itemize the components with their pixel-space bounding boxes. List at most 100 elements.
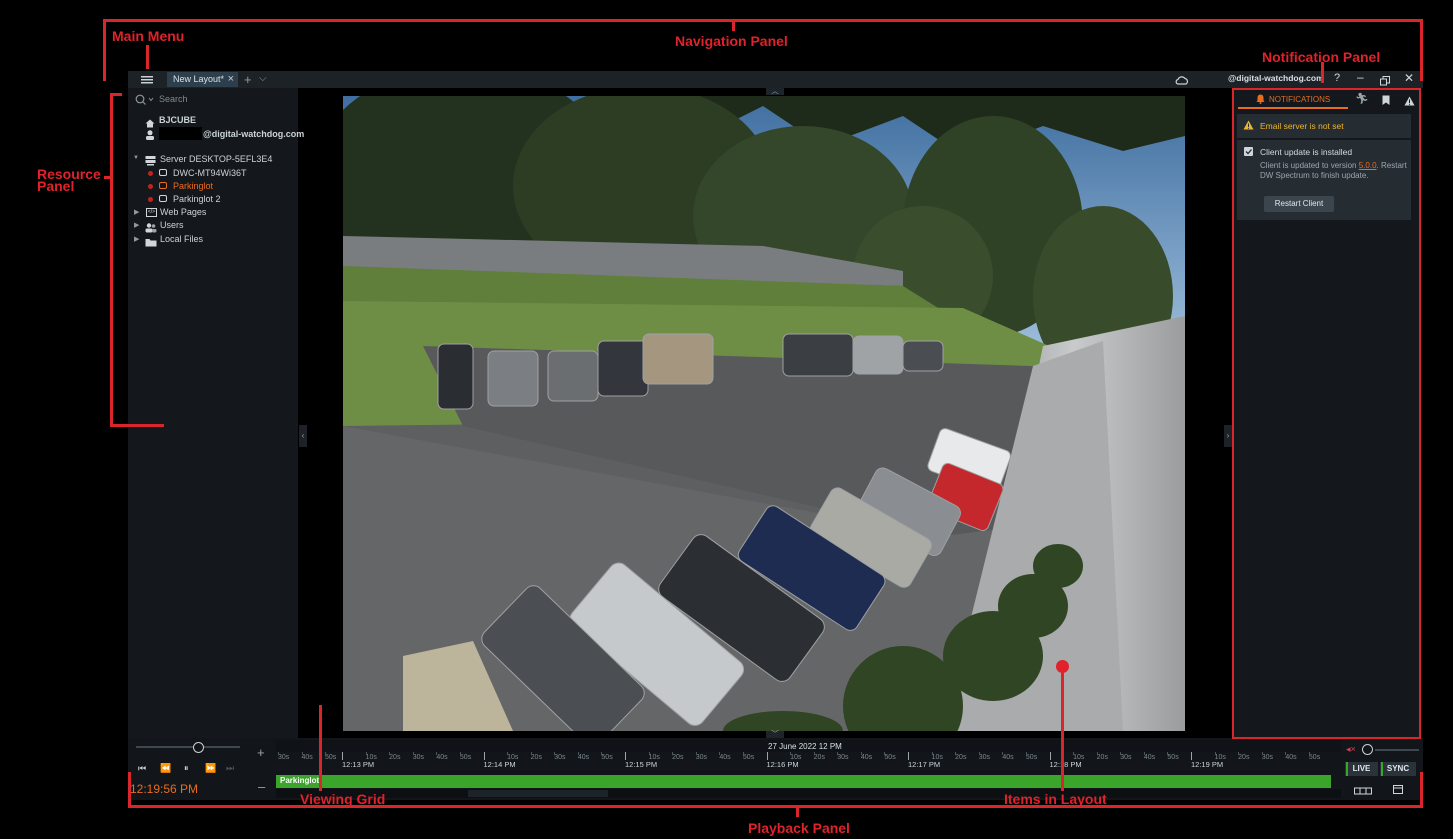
live-button[interactable]: LIVE — [1345, 762, 1378, 776]
timeline-tick-label: 30s — [978, 754, 991, 761]
timeline-tick-label: 50s — [1167, 754, 1179, 761]
timeline-tick-label: 10s — [931, 754, 943, 761]
annotation-bracket — [103, 19, 1423, 22]
server-node[interactable]: Server DESKTOP-5EFL3E4 — [160, 154, 272, 165]
timeline-tick-mark — [978, 752, 980, 755]
timeline-time-label: 12:19 PM — [1191, 760, 1224, 769]
expand-server-icon[interactable]: ▼ — [133, 155, 139, 161]
timeline-tick-mark — [301, 752, 303, 755]
timeline-scroll-thumb[interactable] — [468, 790, 608, 797]
annotation-dot — [1056, 660, 1069, 673]
forward-icon[interactable]: ⏩ — [205, 763, 216, 774]
timeline-tick-mark — [908, 752, 909, 760]
user-email[interactable]: @digital-watchdog.com — [203, 129, 304, 140]
skip-back-icon[interactable]: ⏮ — [138, 763, 146, 774]
annotation-items-in-layout: Items in Layout — [1004, 791, 1107, 807]
timeline-tick-label: 10s — [790, 754, 802, 761]
expand-icon[interactable]: ▶ — [134, 208, 139, 216]
collapse-bottom-handle[interactable]: ﹀ — [766, 731, 784, 738]
annotation-main-menu: Main Menu — [112, 28, 185, 44]
close-window-icon[interactable]: ✕ — [1404, 71, 1414, 85]
expand-icon[interactable]: ▶ — [134, 235, 139, 243]
help-icon[interactable]: ? — [1334, 72, 1340, 84]
volume-slider[interactable] — [1375, 749, 1419, 751]
cloud-icon[interactable] — [1175, 73, 1189, 91]
sync-button[interactable]: SYNC — [1380, 762, 1416, 776]
zoom-in-icon[interactable]: + — [257, 745, 265, 760]
close-tab-icon[interactable]: × — [228, 72, 234, 87]
timeline-tick-label: 10s — [648, 754, 660, 761]
timeline-tick-mark — [278, 752, 279, 755]
timeline-tick-mark — [1285, 752, 1287, 755]
camera-item-active[interactable]: Parkinglot — [173, 181, 213, 192]
thumbnails-icon[interactable] — [1354, 782, 1372, 800]
annotation-bracket — [110, 93, 113, 427]
expand-icon[interactable]: ▶ — [134, 221, 139, 229]
add-tab-icon[interactable]: + — [244, 71, 252, 88]
resource-group[interactable]: Web Pages — [160, 207, 206, 218]
timeline-tick-mark — [719, 752, 721, 755]
timeline-tick-mark — [577, 752, 579, 755]
timeline-tick-mark — [601, 752, 603, 755]
search-input[interactable]: Search — [159, 94, 289, 104]
timeline-tick-mark — [1120, 752, 1122, 755]
resource-group[interactable]: Users — [160, 220, 184, 231]
sync-indicator — [1381, 762, 1383, 776]
timeline-tick-mark — [860, 752, 862, 755]
folder-icon — [145, 234, 157, 252]
recording-track[interactable]: Parkinglot — [276, 775, 1331, 788]
zoom-out-icon[interactable]: – — [258, 779, 265, 794]
timeline-tick-label: 40s — [719, 754, 731, 761]
annotation-leader — [1061, 665, 1064, 791]
system-name[interactable]: BJCUBE — [159, 115, 196, 126]
timeline-tick-label: 50s — [1025, 754, 1038, 761]
annotation-playback-panel: Playback Panel — [748, 820, 850, 836]
user-account[interactable]: @digital-watchdog.com — [1228, 73, 1324, 83]
timeline-tick-label: 20s — [1238, 754, 1250, 761]
timeline-tick-mark — [412, 752, 414, 755]
timeline-tick-mark — [766, 752, 768, 760]
camera-view-parkinglot[interactable] — [343, 96, 1185, 731]
annotation-bracket — [1420, 19, 1423, 81]
timeline-tick-mark — [1191, 752, 1192, 760]
timeline-tick-mark — [365, 752, 367, 755]
camera-item[interactable]: Parkinglot 2 — [173, 194, 221, 205]
timeline-tick-mark — [1096, 752, 1098, 755]
pause-icon[interactable]: ⏸ — [184, 763, 189, 774]
timeline-ticks[interactable]: 30s 40s 50s 12:13 PM 10s 20s 30s 40s 50s 12:14 PM… — [276, 752, 1338, 774]
camera-item[interactable]: DWC-MT94Wi36T — [173, 168, 247, 179]
search-icon[interactable] — [135, 93, 159, 105]
annotation-leader — [732, 19, 735, 31]
timeline-tick-label: 20s — [389, 754, 401, 761]
speed-slider-handle[interactable] — [193, 742, 204, 753]
collapse-top-handle[interactable]: ︿ — [766, 88, 784, 95]
speed-slider[interactable] — [136, 746, 240, 748]
timeline-scrollbar[interactable] — [276, 789, 1341, 798]
current-time: 12:19:56 PM — [130, 782, 199, 796]
timeline-tick-label: 10s — [365, 754, 377, 761]
skip-forward-icon[interactable]: ⏭ — [226, 763, 234, 774]
rewind-icon[interactable]: ⏪ — [160, 763, 171, 774]
timeline-tick-mark — [483, 752, 485, 760]
timeline-tick-mark — [1308, 752, 1310, 755]
resource-group[interactable]: Local Files — [160, 234, 203, 245]
annotation-leader — [796, 805, 799, 817]
collapse-left-handle[interactable]: ‹ — [299, 425, 307, 447]
volume-slider-handle[interactable] — [1362, 744, 1373, 755]
main-menu-button[interactable] — [138, 72, 156, 87]
annotation-viewing-grid: Viewing Grid — [300, 791, 386, 807]
minimize-icon[interactable]: – — [1357, 70, 1364, 84]
recording-dot — [148, 197, 153, 202]
annotation-navigation-panel: Navigation Panel — [675, 33, 788, 49]
mute-icon[interactable]: ◂× — [1346, 744, 1356, 755]
timeline-tick-label: 40s — [436, 754, 448, 761]
redacted-username — [159, 127, 202, 140]
collapse-right-handle[interactable]: › — [1224, 425, 1232, 447]
camera-icon — [159, 169, 167, 176]
chevron-down-icon[interactable]: ⌵ — [259, 70, 267, 87]
timeline-tick-mark — [790, 752, 792, 755]
tab-new-layout[interactable]: New Layout* × — [167, 72, 238, 87]
timeline-tick-mark — [554, 752, 556, 755]
calendar-icon[interactable] — [1393, 781, 1403, 799]
timeline-tick-mark — [955, 752, 957, 755]
